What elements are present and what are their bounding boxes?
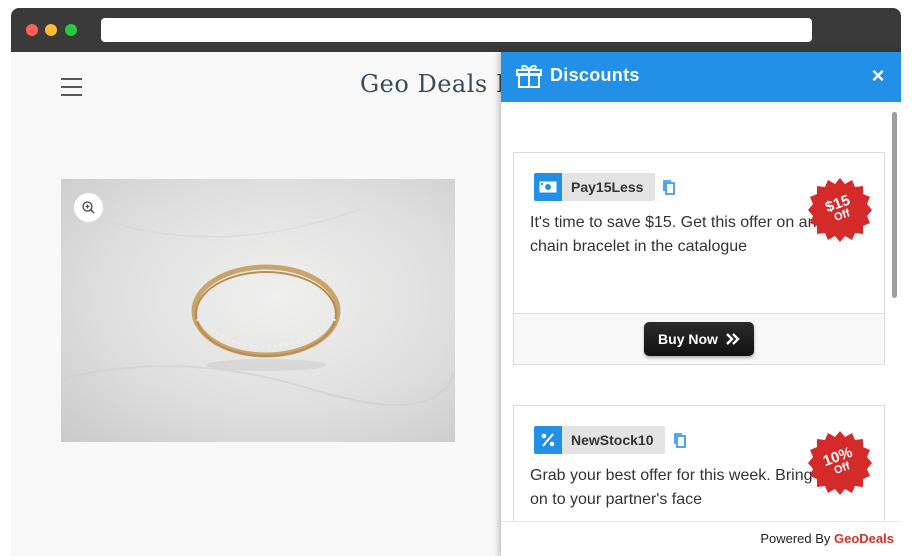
buy-now-button[interactable]: Buy Now <box>644 322 754 356</box>
money-icon <box>534 173 562 201</box>
browser-window: Geo Deals D Discounts × Pay15Less It's t… <box>11 8 901 556</box>
panel-scrollbar[interactable] <box>892 112 897 298</box>
copy-icon[interactable] <box>673 433 687 449</box>
powered-by-label: Powered By <box>760 531 835 546</box>
discount-badge: $15 Off <box>806 176 874 244</box>
coupon-list[interactable]: Pay15Less It's time to save $15. Get thi… <box>501 102 901 521</box>
panel-footer: Powered By GeoDeals <box>501 521 901 556</box>
maximize-window-dot[interactable] <box>65 24 77 36</box>
ring-image <box>61 208 455 406</box>
close-panel-button[interactable]: × <box>868 65 888 87</box>
panel-header: Discounts × <box>501 52 901 102</box>
coupon-footer: Buy Now <box>514 313 884 364</box>
buy-now-label: Buy Now <box>658 331 718 347</box>
hamburger-menu-icon[interactable] <box>61 78 82 96</box>
minimize-window-dot[interactable] <box>45 24 57 36</box>
browser-titlebar <box>11 8 901 52</box>
percent-icon <box>534 426 562 454</box>
discount-badge: 10% Off <box>806 429 874 497</box>
address-bar[interactable] <box>101 18 812 42</box>
discounts-panel: Discounts × Pay15Less It's time to save … <box>501 52 901 556</box>
gift-icon <box>516 64 542 88</box>
copy-icon[interactable] <box>662 180 676 196</box>
double-chevron-right-icon <box>726 333 740 345</box>
close-window-dot[interactable] <box>26 24 38 36</box>
coupon-code: NewStock10 <box>571 432 654 448</box>
coupon-code: Pay15Less <box>571 179 644 195</box>
coupon-code-chip[interactable]: Pay15Less <box>534 173 656 201</box>
brand-link[interactable]: GeoDeals <box>834 531 894 546</box>
coupon-code-chip[interactable]: NewStock10 <box>534 426 666 454</box>
zoom-in-icon <box>82 201 95 214</box>
site-title[interactable]: Geo Deals D <box>360 70 516 98</box>
panel-title: Discounts <box>550 65 640 85</box>
zoom-button[interactable] <box>74 193 103 222</box>
product-image[interactable] <box>61 179 455 442</box>
